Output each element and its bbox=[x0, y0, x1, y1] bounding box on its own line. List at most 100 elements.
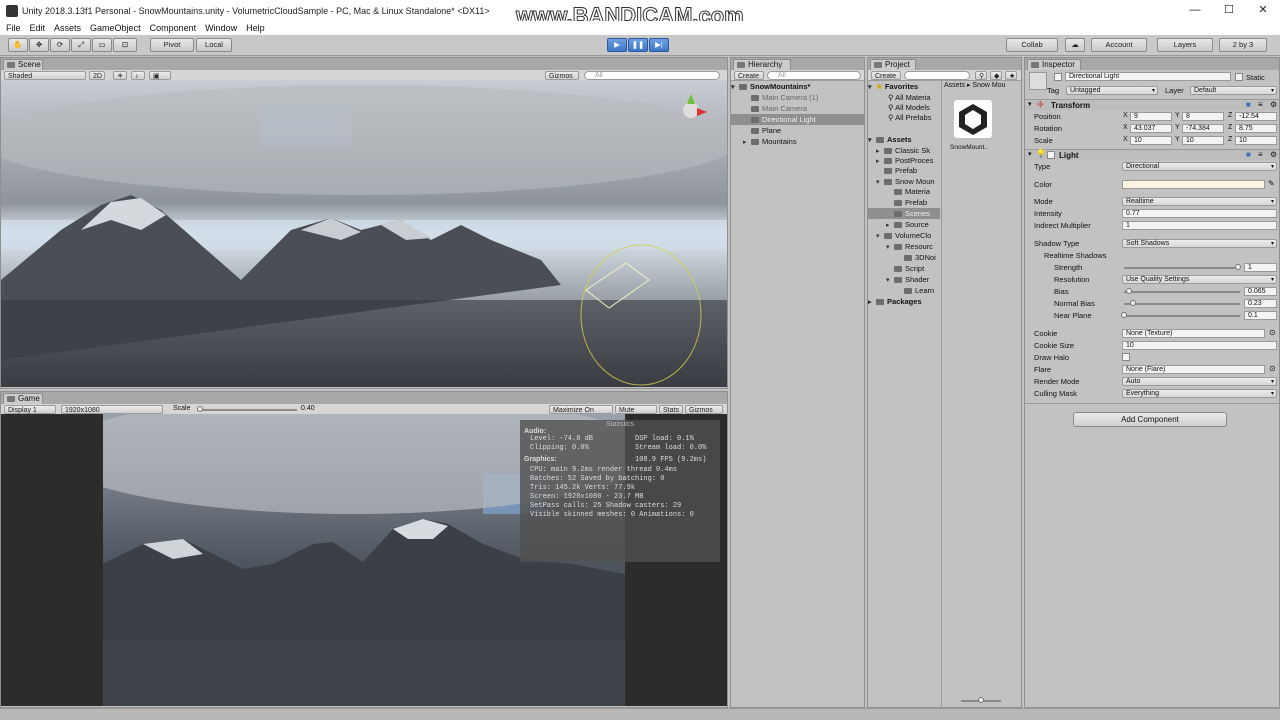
hand-tool-icon[interactable]: ✋ bbox=[8, 38, 28, 52]
asset-folder[interactable]: Prefab bbox=[868, 165, 917, 176]
menu-assets[interactable]: Assets bbox=[54, 23, 81, 33]
rect-tool-icon[interactable]: ▭ bbox=[92, 38, 112, 52]
scale-x-field[interactable]: 10 bbox=[1130, 136, 1172, 145]
rotation-x-field[interactable]: 43.037 bbox=[1130, 124, 1172, 133]
tab-inspector[interactable]: Inspector bbox=[1027, 59, 1081, 70]
asset-folder[interactable]: Materia bbox=[868, 186, 930, 197]
cookie-field[interactable]: None (Texture) bbox=[1122, 329, 1265, 338]
mute-audio-toggle[interactable]: Mute Audio bbox=[615, 405, 657, 423]
local-button[interactable]: Local bbox=[196, 38, 232, 52]
pause-icon[interactable]: ❚❚ bbox=[628, 38, 648, 52]
normal-bias-field[interactable]: 0.23 bbox=[1244, 299, 1277, 308]
transform-tool-icon[interactable]: ⊡ bbox=[113, 38, 137, 52]
bias-slider[interactable] bbox=[1124, 291, 1240, 293]
shading-mode-dropdown[interactable]: Shaded bbox=[4, 71, 86, 80]
asset-folder[interactable]: Learn bbox=[868, 285, 934, 296]
asset-folder[interactable]: ▾ Resourc bbox=[868, 241, 933, 252]
game-viewport[interactable]: Statistics Audio: Level: -74.8 dB DSP lo… bbox=[1, 414, 727, 706]
bias-field[interactable]: 0.065 bbox=[1244, 287, 1277, 296]
help-icon[interactable]: ■ bbox=[1246, 150, 1251, 159]
culling-mask-dropdown[interactable]: Everything bbox=[1122, 389, 1277, 398]
tag-dropdown[interactable]: Untagged bbox=[1066, 86, 1158, 95]
layer-dropdown[interactable]: Default bbox=[1190, 86, 1277, 95]
flare-field[interactable]: None (Flare) bbox=[1122, 365, 1265, 374]
hierarchy-create-dropdown[interactable]: Create bbox=[734, 71, 764, 80]
expand-arrow-icon[interactable]: ▸ bbox=[743, 137, 751, 148]
shadow-resolution-dropdown[interactable]: Use Quality Settings bbox=[1122, 275, 1277, 284]
settings-gear-icon[interactable]: ⚙ bbox=[1270, 150, 1277, 159]
scale-slider-knob[interactable] bbox=[197, 406, 203, 412]
icon-size-slider-knob[interactable] bbox=[978, 697, 984, 703]
active-checkbox[interactable] bbox=[1054, 73, 1062, 81]
position-y-field[interactable]: 8 bbox=[1182, 112, 1224, 121]
rotate-tool-icon[interactable]: ⟳ bbox=[50, 38, 70, 52]
scene-root[interactable]: ▾ SnowMountains* bbox=[731, 81, 864, 92]
hierarchy-item[interactable]: Main Camera (1) bbox=[731, 92, 864, 103]
stats-toggle[interactable]: Stats bbox=[659, 405, 683, 414]
expand-arrow-icon[interactable]: ▾ bbox=[1028, 150, 1032, 158]
normal-bias-slider[interactable] bbox=[1124, 303, 1240, 305]
asset-folder[interactable]: Prefab bbox=[868, 197, 927, 208]
move-tool-icon[interactable]: ✥ bbox=[29, 38, 49, 52]
position-x-field[interactable]: 9 bbox=[1130, 112, 1172, 121]
filter-type-icon[interactable]: ⚲ bbox=[975, 71, 987, 80]
indirect-multiplier-field[interactable]: 1 bbox=[1122, 221, 1277, 230]
unity-scene-asset-icon[interactable] bbox=[954, 100, 992, 138]
light-mode-dropdown[interactable]: Realtime bbox=[1122, 197, 1277, 206]
help-icon[interactable]: ■ bbox=[1246, 100, 1251, 109]
menu-window[interactable]: Window bbox=[205, 23, 237, 33]
breadcrumb-folder[interactable]: Snow Mou bbox=[972, 82, 1005, 89]
eyedropper-icon[interactable]: ✎ bbox=[1268, 179, 1275, 188]
2d-toggle[interactable]: 2D bbox=[89, 71, 105, 80]
transform-header[interactable]: Transform bbox=[1025, 99, 1279, 110]
draw-halo-checkbox[interactable] bbox=[1122, 353, 1130, 361]
asset-folder[interactable]: ▸ Source bbox=[868, 219, 929, 230]
step-icon[interactable]: ▶| bbox=[649, 38, 669, 52]
pivot-button[interactable]: Pivot bbox=[150, 38, 194, 52]
asset-folder[interactable]: ▾ Shader bbox=[868, 274, 929, 285]
near-plane-slider-knob[interactable] bbox=[1121, 312, 1127, 318]
hierarchy-item-selected[interactable]: Directional Light bbox=[731, 114, 864, 125]
light-header[interactable]: Light bbox=[1025, 149, 1279, 160]
lighting-icon[interactable]: ☀ bbox=[113, 71, 127, 80]
menu-component[interactable]: Component bbox=[150, 23, 197, 33]
hierarchy-item[interactable]: Plane bbox=[731, 125, 864, 136]
assets-root[interactable]: ▾ Assets bbox=[868, 134, 912, 145]
hierarchy-item[interactable]: Main Camera bbox=[731, 103, 864, 114]
shadow-type-dropdown[interactable]: Soft Shadows bbox=[1122, 239, 1277, 248]
resolution-dropdown[interactable]: 1920x1080 bbox=[61, 405, 163, 414]
settings-gear-icon[interactable]: ⚙ bbox=[1270, 100, 1277, 109]
object-name-field[interactable]: Directional Light bbox=[1065, 72, 1231, 81]
preset-icon[interactable]: ≡ bbox=[1258, 100, 1263, 109]
scene-gizmos-dropdown[interactable]: Gizmos bbox=[545, 71, 579, 80]
scale-y-field[interactable]: 10 bbox=[1182, 136, 1224, 145]
static-checkbox[interactable] bbox=[1235, 73, 1243, 81]
strength-slider-knob[interactable] bbox=[1235, 264, 1241, 270]
tab-game[interactable]: Game bbox=[3, 393, 43, 404]
layout-dropdown[interactable]: 2 by 3 bbox=[1219, 38, 1267, 52]
normal-bias-slider-knob[interactable] bbox=[1130, 300, 1136, 306]
render-mode-dropdown[interactable]: Auto bbox=[1122, 377, 1277, 386]
object-picker-icon[interactable]: ⊙ bbox=[1269, 364, 1276, 373]
layers-dropdown[interactable]: Layers bbox=[1157, 38, 1213, 52]
near-plane-field[interactable]: 0.1 bbox=[1244, 311, 1277, 320]
play-icon[interactable]: ▶ bbox=[607, 38, 627, 52]
hierarchy-search-input[interactable]: All bbox=[767, 71, 861, 80]
near-plane-slider[interactable] bbox=[1124, 315, 1240, 317]
tab-project[interactable]: Project bbox=[870, 59, 916, 70]
object-picker-icon[interactable]: ⊙ bbox=[1269, 328, 1276, 337]
collab-dropdown[interactable]: Collab bbox=[1006, 38, 1058, 52]
filter-label-icon[interactable]: ◆ bbox=[990, 71, 1002, 80]
add-component-button[interactable]: Add Component bbox=[1073, 412, 1227, 427]
hierarchy-item[interactable]: ▸ Mountains bbox=[731, 136, 864, 147]
strength-slider[interactable] bbox=[1124, 267, 1240, 269]
light-type-dropdown[interactable]: Directional bbox=[1122, 162, 1277, 171]
bias-slider-knob[interactable] bbox=[1126, 288, 1132, 294]
tab-hierarchy[interactable]: Hierarchy bbox=[733, 59, 791, 70]
asset-folder[interactable]: ▾ VolumeClo bbox=[868, 230, 931, 241]
menu-edit[interactable]: Edit bbox=[30, 23, 46, 33]
expand-arrow-icon[interactable]: ▾ bbox=[1028, 100, 1032, 108]
menu-help[interactable]: Help bbox=[246, 23, 265, 33]
game-gizmos-dropdown[interactable]: Gizmos bbox=[685, 405, 723, 414]
scene-search-input[interactable]: All bbox=[584, 71, 720, 80]
